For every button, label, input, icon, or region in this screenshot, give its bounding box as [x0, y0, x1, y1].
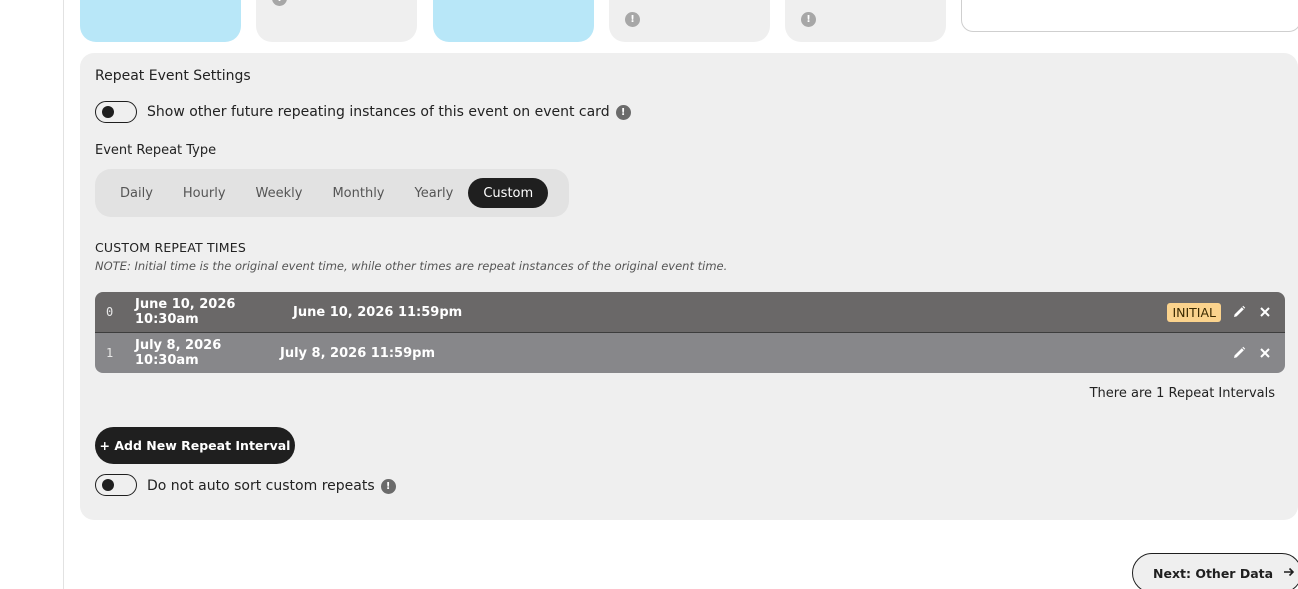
- repeat-event-settings-panel: Repeat Event Settings Show other future …: [80, 53, 1298, 520]
- repeat-type-yearly[interactable]: Yearly: [400, 178, 469, 208]
- row-index: 1: [106, 346, 114, 360]
- row-end-time: July 8, 2026 11:59pm: [280, 345, 435, 361]
- show-future-instances-toggle[interactable]: [95, 101, 137, 123]
- edit-pencil-icon[interactable]: [1231, 304, 1247, 320]
- info-icon[interactable]: !: [380, 478, 396, 494]
- row-start-time: July 8, 2026 10:30am: [135, 338, 222, 368]
- add-repeat-interval-button[interactable]: + Add New Repeat Interval: [95, 427, 295, 464]
- row-actions: [1231, 333, 1273, 373]
- no-auto-sort-label: Do not auto sort custom repeats !: [147, 478, 396, 494]
- toggle-label-text: Show other future repeating instances of…: [147, 104, 610, 120]
- toggle-knob: [102, 479, 114, 491]
- delete-close-icon[interactable]: [1257, 345, 1273, 361]
- option-card-4[interactable]: !: [609, 0, 770, 42]
- info-icon[interactable]: !: [615, 104, 631, 120]
- custom-repeat-note: NOTE: Initial time is the original event…: [95, 259, 728, 273]
- repeat-interval-count: There are 1 Repeat Intervals: [1089, 386, 1275, 401]
- arrow-right-icon: [1283, 566, 1295, 581]
- row-end-time: June 10, 2026 11:59pm: [293, 304, 463, 320]
- option-card-2[interactable]: !: [256, 0, 417, 42]
- left-sidebar-rail: [0, 0, 64, 589]
- repeat-type-daily[interactable]: Daily: [105, 178, 168, 208]
- option-card-3[interactable]: [433, 0, 594, 42]
- show-future-instances-label: Show other future repeating instances of…: [147, 104, 631, 120]
- row-index: 0: [106, 305, 114, 319]
- info-icon: !: [272, 0, 287, 6]
- repeat-type-hourly[interactable]: Hourly: [168, 178, 241, 208]
- info-icon: !: [625, 12, 640, 27]
- custom-repeat-list: 0 June 10, 2026 10:30am June 10, 2026 11…: [95, 292, 1285, 373]
- no-auto-sort-toggle[interactable]: [95, 474, 137, 496]
- next-other-data-button[interactable]: Next: Other Data: [1132, 553, 1298, 589]
- option-card-5[interactable]: !: [785, 0, 946, 42]
- page: ! ! ! Repeat Event Settings Show other f…: [0, 0, 1298, 589]
- repeat-type-segmented-control: Daily Hourly Weekly Monthly Yearly Custo…: [95, 169, 569, 217]
- panel-title: Repeat Event Settings: [95, 68, 251, 84]
- next-button-label: Next: Other Data: [1153, 565, 1274, 581]
- repeat-type-weekly[interactable]: Weekly: [241, 178, 318, 208]
- repeat-type-custom[interactable]: Custom: [468, 178, 549, 208]
- custom-repeat-times-title: CUSTOM REPEAT TIMES: [95, 240, 246, 255]
- toggle-knob: [102, 106, 114, 118]
- repeat-row: 1 July 8, 2026 10:30am July 8, 2026 11:5…: [95, 333, 1285, 373]
- delete-close-icon[interactable]: [1257, 304, 1273, 320]
- repeat-row: 0 June 10, 2026 10:30am June 10, 2026 11…: [95, 292, 1285, 333]
- initial-badge: INITIAL: [1167, 302, 1221, 322]
- event-repeat-type-label: Event Repeat Type: [95, 143, 217, 158]
- edit-pencil-icon[interactable]: [1231, 345, 1247, 361]
- toggle-label-text: Do not auto sort custom repeats: [147, 478, 375, 494]
- repeat-type-monthly[interactable]: Monthly: [317, 178, 399, 208]
- row-start-time: June 10, 2026 10:30am: [135, 297, 236, 327]
- info-icon: !: [801, 12, 816, 27]
- row-actions: INITIAL: [1167, 292, 1273, 332]
- option-card-1[interactable]: [80, 0, 241, 42]
- top-text-input[interactable]: [961, 0, 1298, 32]
